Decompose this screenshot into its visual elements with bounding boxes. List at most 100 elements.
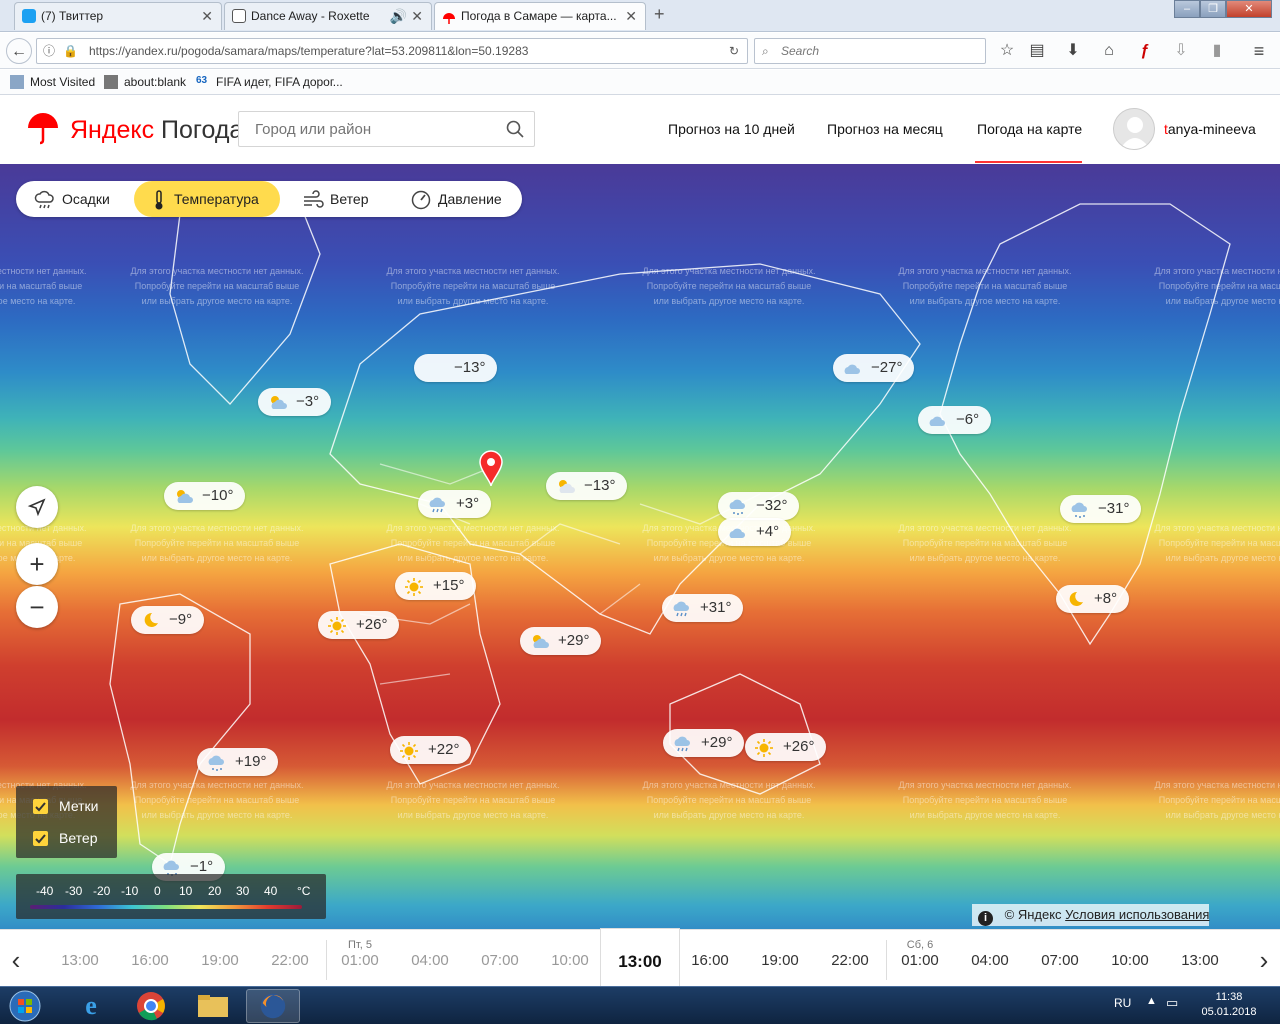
- avatar[interactable]: [1113, 108, 1155, 150]
- temperature-pin[interactable]: −10°: [164, 482, 246, 510]
- new-tab-button[interactable]: +: [654, 4, 665, 25]
- network-icon[interactable]: ▭: [1166, 995, 1178, 1011]
- speaker-icon[interactable]: 🔊: [390, 3, 407, 29]
- temperature-pin[interactable]: −6°: [918, 406, 992, 434]
- timeline-time-label: 13:00: [1181, 952, 1219, 969]
- timeline-prev-button[interactable]: ‹: [0, 930, 32, 990]
- timeline-slot[interactable]: 19:00: [745, 930, 815, 990]
- site-logo[interactable]: Яндекс Погода: [70, 116, 243, 145]
- flash-icon[interactable]: ƒ: [1132, 38, 1158, 64]
- back-button[interactable]: ←: [6, 38, 32, 64]
- url-bar[interactable]: ⓘ 🔒 https://yandex.ru/pogoda/samara/maps…: [36, 38, 748, 64]
- temperature-pin[interactable]: −32°: [718, 492, 800, 520]
- chrome-icon[interactable]: [124, 989, 178, 1023]
- addon-icon[interactable]: ▮: [1204, 38, 1230, 64]
- zoom-out-button[interactable]: −: [16, 586, 58, 628]
- nav-weather-map[interactable]: Погода на карте: [977, 121, 1082, 137]
- timeline-slot[interactable]: 22:00: [815, 930, 885, 990]
- labels-checkbox[interactable]: Метки: [33, 796, 99, 816]
- temperature-pin[interactable]: +8°: [1056, 585, 1130, 613]
- temperature-pin[interactable]: +3°: [418, 490, 492, 518]
- timeline-slot[interactable]: 13:00: [45, 930, 115, 990]
- temperature-pin[interactable]: +29°: [520, 627, 602, 655]
- info-icon[interactable]: ⓘ: [43, 39, 55, 63]
- timeline-slot-current[interactable]: 13:00: [605, 930, 675, 990]
- timeline-slot[interactable]: 16:00: [115, 930, 185, 990]
- tray-expand-icon[interactable]: ▲: [1146, 995, 1157, 1007]
- close-tab-icon[interactable]: ✕: [201, 3, 213, 29]
- username[interactable]: tanya-mineeva: [1164, 121, 1256, 137]
- reload-icon[interactable]: ↻: [729, 39, 739, 63]
- tab-twitter[interactable]: (7) Твиттер ✕: [14, 2, 222, 30]
- temperature-pin[interactable]: −27°: [833, 354, 915, 382]
- layer-temperature[interactable]: Температура: [134, 181, 280, 217]
- temperature-pin[interactable]: +19°: [197, 748, 279, 776]
- timeline-slot[interactable]: 04:00: [395, 930, 465, 990]
- bookmark-star-icon[interactable]: ☆: [994, 38, 1020, 64]
- tab-youtube[interactable]: Dance Away - Roxette 🔊 ✕: [224, 2, 432, 30]
- browser-search-box[interactable]: ⌕ Search: [754, 38, 986, 64]
- locate-me-button[interactable]: [16, 486, 58, 528]
- timeline-slot[interactable]: Сб, 6 01:00: [885, 930, 955, 990]
- nav-month-forecast[interactable]: Прогноз на месяц: [827, 121, 943, 137]
- temperature-pin[interactable]: +29°: [663, 729, 745, 757]
- close-window-button[interactable]: ✕: [1226, 0, 1272, 18]
- search-icon[interactable]: [506, 120, 524, 138]
- home-icon[interactable]: ⌂: [1096, 38, 1122, 64]
- bookmark-about-blank[interactable]: about:blank: [104, 75, 186, 89]
- bookmark-most-visited[interactable]: Most Visited: [10, 75, 95, 89]
- close-tab-icon[interactable]: ✕: [411, 3, 423, 29]
- nav-10-day-forecast[interactable]: Прогноз на 10 дней: [668, 121, 795, 137]
- temperature-pin[interactable]: +26°: [745, 733, 827, 761]
- internet-explorer-icon[interactable]: e: [64, 989, 118, 1023]
- firefox-icon[interactable]: [246, 989, 300, 1023]
- timeline-slot[interactable]: 10:00: [535, 930, 605, 990]
- temperature-pin[interactable]: −13°: [414, 354, 498, 382]
- timeline-slot[interactable]: Пт, 5 01:00: [325, 930, 395, 990]
- download-icon[interactable]: ⬇: [1060, 38, 1086, 64]
- layer-wind[interactable]: Ветер: [284, 181, 388, 217]
- zoom-in-button[interactable]: +: [16, 543, 58, 585]
- search-placeholder: Search: [781, 44, 820, 58]
- temperature-pin[interactable]: +4°: [718, 518, 792, 546]
- temperature-pin[interactable]: −13°: [546, 472, 628, 500]
- temperature-pin[interactable]: +15°: [395, 572, 477, 600]
- timeline-slot[interactable]: 13:00: [1165, 930, 1235, 990]
- temperature-pin[interactable]: −9°: [131, 606, 205, 634]
- temperature-pin[interactable]: +22°: [390, 736, 472, 764]
- layer-pressure[interactable]: Давление: [392, 181, 518, 217]
- minimize-button[interactable]: –: [1174, 0, 1200, 18]
- windows-start-icon[interactable]: [4, 989, 46, 1023]
- menu-icon[interactable]: ≡: [1246, 38, 1272, 64]
- close-tab-icon[interactable]: ✕: [625, 3, 637, 29]
- city-search-input[interactable]: [238, 111, 535, 147]
- timeline-slot[interactable]: 22:00: [255, 930, 325, 990]
- timeline-slot[interactable]: 07:00: [1025, 930, 1095, 990]
- terms-of-use-link[interactable]: Условия использования: [1065, 907, 1209, 922]
- reading-list-icon[interactable]: ▤: [1024, 38, 1050, 64]
- timeline-slot[interactable]: 16:00: [675, 930, 745, 990]
- clock-date: 05.01.2018: [1201, 1006, 1257, 1018]
- download-arrow-icon[interactable]: ⇩: [1168, 38, 1194, 64]
- info-icon[interactable]: i: [978, 911, 993, 926]
- weather-map[interactable]: Для этого участка местности нет данных.П…: [0, 164, 1280, 936]
- tab-yandex-weather[interactable]: Погода в Самаре — карта... ✕: [434, 2, 646, 30]
- temperature-pin[interactable]: +26°: [318, 611, 400, 639]
- timeline-slot[interactable]: 04:00: [955, 930, 1025, 990]
- umbrella-logo-icon[interactable]: [26, 112, 60, 146]
- timeline-slot[interactable]: 10:00: [1095, 930, 1165, 990]
- keyboard-language[interactable]: RU: [1114, 996, 1131, 1010]
- clock[interactable]: 11:38 05.01.2018: [1196, 990, 1262, 1020]
- wind-checkbox[interactable]: Ветер: [33, 828, 98, 848]
- timeline-slot[interactable]: 19:00: [185, 930, 255, 990]
- maximize-button[interactable]: ❐: [1200, 0, 1226, 18]
- layer-precipitation[interactable]: Осадки: [16, 181, 134, 217]
- temperature-pin[interactable]: −31°: [1060, 495, 1142, 523]
- temperature-pin[interactable]: +31°: [662, 594, 744, 622]
- timeline-next-button[interactable]: ›: [1248, 930, 1280, 990]
- timeline-slot[interactable]: 07:00: [465, 930, 535, 990]
- file-explorer-icon[interactable]: [186, 989, 240, 1023]
- bookmark-fifa[interactable]: 63 FIFA идет, FIFA дорог...: [196, 75, 343, 89]
- location-marker-icon[interactable]: [478, 450, 504, 488]
- temperature-pin[interactable]: −3°: [258, 388, 332, 416]
